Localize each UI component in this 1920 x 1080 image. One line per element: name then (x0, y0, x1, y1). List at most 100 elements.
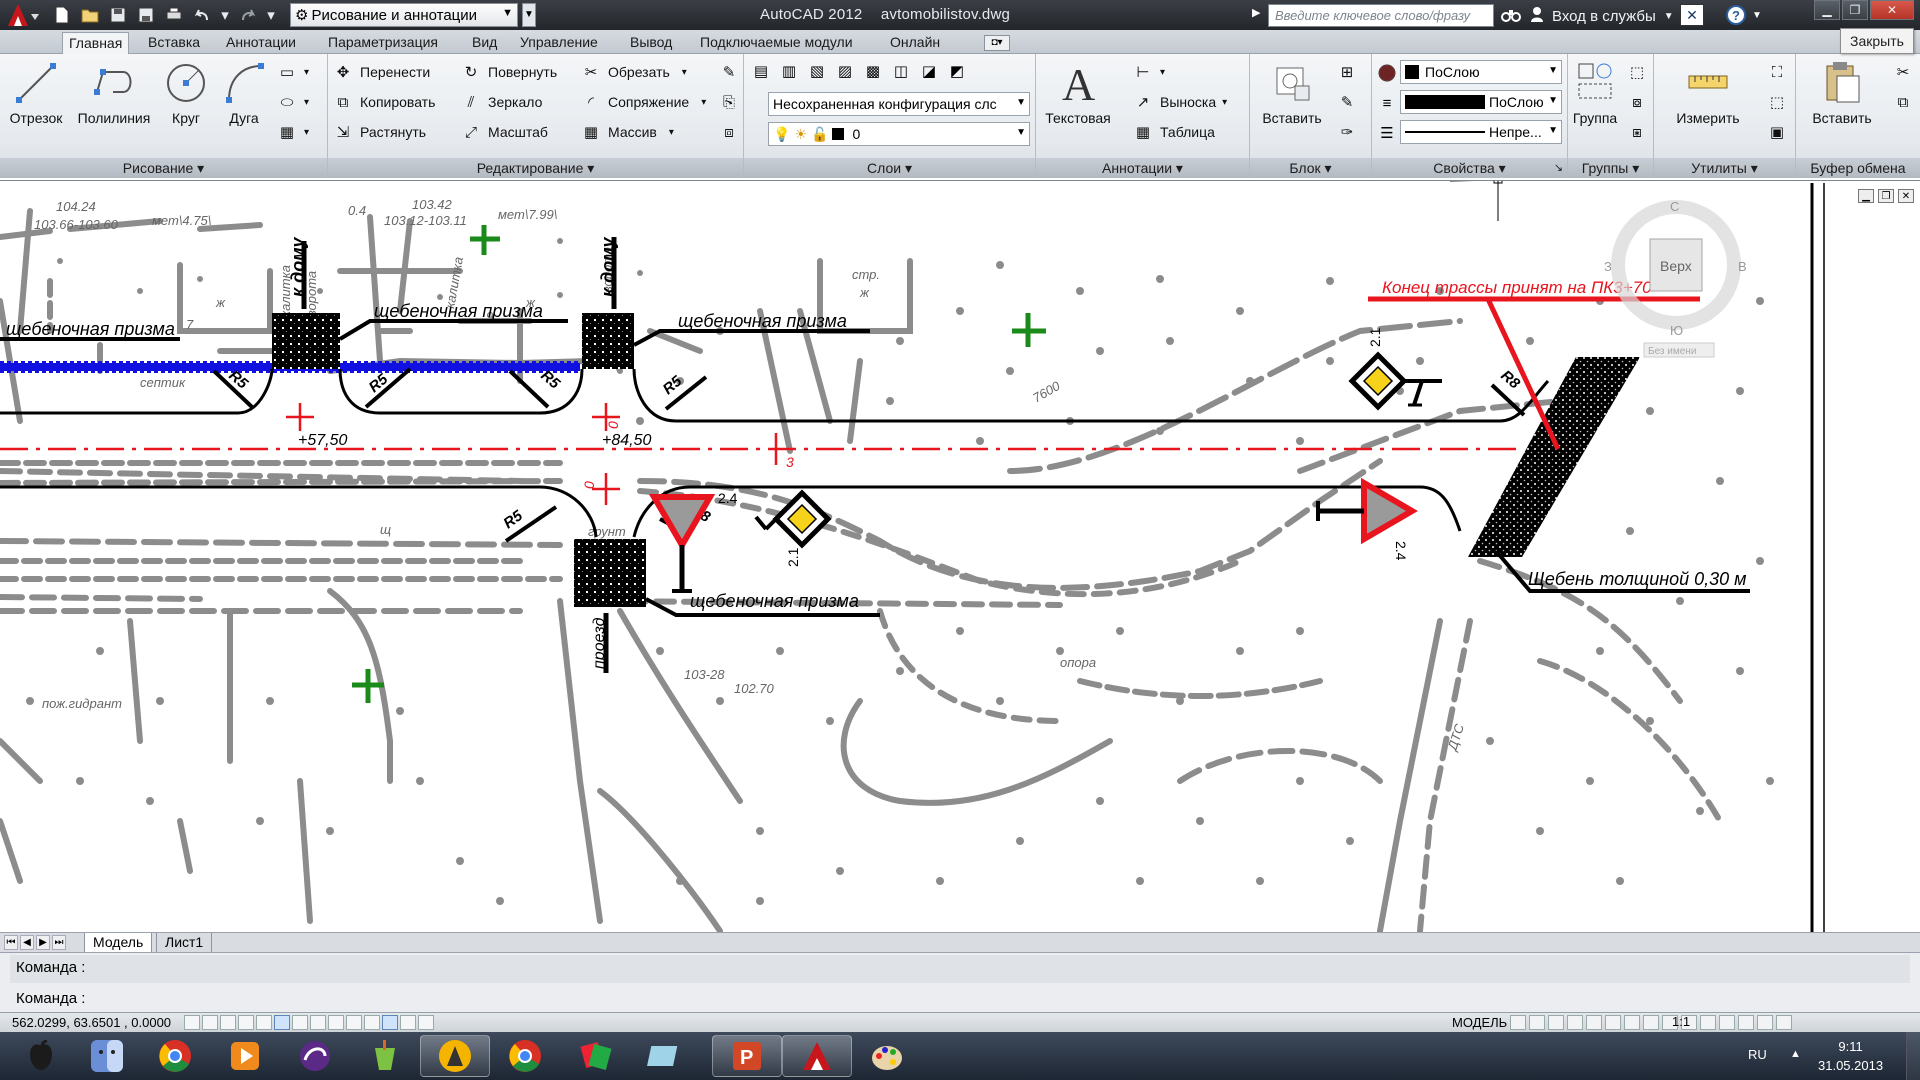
tray-expand-icon[interactable]: ▲ (1790, 1048, 1801, 1060)
osnap-toggle[interactable] (274, 1015, 290, 1030)
selection-cycling-toggle[interactable] (418, 1015, 434, 1030)
zoom-button[interactable] (1567, 1015, 1583, 1030)
quick-view-drawings-button[interactable] (1529, 1015, 1545, 1030)
drawing-canvas[interactable]: ▁ ❐ ✕ 104.24 103.66-103.60 мет\4.75\ 0.4… (0, 180, 1920, 932)
show-desktop-button[interactable] (1906, 1032, 1920, 1080)
start-menu-icon[interactable] (24, 1039, 58, 1077)
explode-button[interactable]: ⎘ (718, 90, 740, 114)
coordinates-readout[interactable]: 562.0299, 63.6501 , 0.0000 (12, 1015, 171, 1030)
offset-button[interactable]: ⧈ (718, 120, 740, 144)
rotate-button[interactable]: ↻ Повернуть (460, 60, 557, 84)
language-indicator[interactable]: RU (1748, 1047, 1767, 1062)
login-services[interactable]: Вход в службы ▼ (1530, 6, 1674, 26)
command-input[interactable]: Команда : (16, 990, 1916, 1007)
taskbar-paint[interactable] (852, 1035, 922, 1077)
prev-tab-arrow-icon[interactable]: ◀ (20, 935, 34, 950)
undo-icon[interactable] (190, 4, 214, 26)
cut-button[interactable]: ✂ (1892, 60, 1914, 84)
create-block-button[interactable]: ⊞ (1336, 60, 1358, 84)
leader-button[interactable]: ↗ Выноска ▾ (1132, 90, 1227, 114)
hatch-button[interactable]: ⬭ ▾ (276, 90, 309, 114)
workspace-switcher[interactable]: ⚙ Рисование и аннотации ▼ (290, 3, 518, 27)
otrack-toggle[interactable] (310, 1015, 326, 1030)
measure-button[interactable]: Измерить (1658, 58, 1758, 126)
ortho-toggle[interactable] (238, 1015, 254, 1030)
last-tab-arrow-icon[interactable]: ⏭ (52, 935, 66, 950)
tab-plugins[interactable]: Подключаемые модули (694, 32, 859, 54)
search-input[interactable]: Введите ключевое слово/фразу (1268, 4, 1494, 27)
text-button[interactable]: A Текстовая (1040, 58, 1116, 126)
annotation-scale[interactable]: 1:1 (1672, 1014, 1690, 1029)
linetype-select[interactable]: Непре... ▼ (1400, 120, 1562, 144)
attribute-button[interactable]: ✑ (1336, 120, 1358, 144)
quick-select-button[interactable]: ⛶ (1766, 60, 1788, 84)
grid-toggle[interactable] (220, 1015, 236, 1030)
showmotion-button[interactable] (1605, 1015, 1621, 1030)
lineweight-toggle[interactable] (364, 1015, 380, 1030)
panel-properties-title[interactable]: Свойства ▾ ↘ (1372, 158, 1567, 178)
copy-button[interactable]: ⧉ Копировать (332, 90, 436, 114)
status-bar-menu-button[interactable] (1757, 1015, 1773, 1030)
tab-home[interactable]: Главная (62, 32, 130, 54)
viewport-minimize-button[interactable]: ▁ (1858, 189, 1874, 203)
steering-wheel-button[interactable] (1586, 1015, 1602, 1030)
layer-off-icon[interactable]: ◩ (946, 60, 968, 82)
hardware-acceleration-button[interactable] (1719, 1015, 1735, 1030)
panel-modify-title[interactable]: Редактирование ▾ (328, 158, 743, 178)
quick-view-layouts-button[interactable] (1510, 1015, 1526, 1030)
taskbar-media-player[interactable] (210, 1035, 280, 1077)
redo-icon[interactable] (236, 4, 260, 26)
panel-draw-title[interactable]: Рисование ▾ (0, 158, 327, 178)
layer-properties-icon[interactable]: ▤ (750, 60, 772, 82)
group-button[interactable]: Группа (1570, 58, 1620, 126)
group-edit-button[interactable]: ⧇ (1626, 90, 1648, 114)
taskbar-app-cards[interactable] (560, 1035, 630, 1077)
edit-block-button[interactable]: ✎ (1336, 90, 1358, 114)
save-as-icon[interactable] (134, 4, 158, 26)
polyline-button[interactable]: Полилиния (72, 58, 156, 126)
help-dropdown-icon[interactable]: ▼ (1752, 10, 1762, 21)
trim-button[interactable]: ✂ Обрезать ▾ (580, 60, 687, 84)
tab-layout1[interactable]: Лист1 (156, 933, 213, 953)
mirror-button[interactable]: ⫽ Зеркало (460, 90, 543, 114)
taskbar-app-glass[interactable] (630, 1035, 700, 1077)
calculator-button[interactable]: ▣ (1766, 120, 1788, 144)
viewport-close-button[interactable]: ✕ (1898, 189, 1914, 203)
layer-select[interactable]: 💡 ☀ 🔓 0 ▼ (768, 122, 1030, 146)
next-tab-arrow-icon[interactable]: ▶ (36, 935, 50, 950)
taskbar-browser2[interactable] (280, 1035, 350, 1077)
paste-button[interactable]: Вставить (1800, 58, 1884, 126)
insert-block-button[interactable]: Вставить (1254, 58, 1330, 126)
panel-groups-title[interactable]: Группы ▾ (1568, 158, 1653, 178)
model-space-label[interactable]: МОДЕЛЬ (1452, 1015, 1507, 1030)
save-icon[interactable] (106, 4, 130, 26)
lineweight-select[interactable]: ПоСлою ▼ (1400, 90, 1562, 114)
scale-button[interactable]: ⤢ Масштаб (460, 120, 548, 144)
undo-dropdown-icon[interactable]: ▾ (218, 4, 232, 26)
taskbar-chrome2[interactable] (490, 1035, 560, 1077)
polar-toggle[interactable] (256, 1015, 272, 1030)
infer-constraints-toggle[interactable] (184, 1015, 200, 1030)
tab-online[interactable]: Онлайн (884, 32, 946, 54)
color-wheel-icon[interactable] (1376, 62, 1398, 84)
3d-osnap-toggle[interactable] (292, 1015, 308, 1030)
rectangle-button[interactable]: ▭ ▾ (276, 60, 309, 84)
circle-button[interactable]: Круг (158, 58, 214, 126)
quick-properties-toggle[interactable] (400, 1015, 416, 1030)
pan-button[interactable] (1548, 1015, 1564, 1030)
clean-screen-button[interactable] (1776, 1015, 1792, 1030)
taskbar-finder[interactable] (72, 1035, 142, 1077)
taskbar-app-cup[interactable] (350, 1035, 420, 1077)
group-select-button[interactable]: ⧆ (1626, 120, 1648, 144)
layer-previous-icon[interactable]: ▨ (834, 60, 856, 82)
select-all-button[interactable]: ⬚ (1766, 90, 1788, 114)
taskbar-powerpoint[interactable]: P (712, 1035, 782, 1077)
application-menu-button[interactable] (2, 1, 46, 29)
layer-state-select[interactable]: Несохраненная конфигурация слс ▼ (768, 92, 1030, 116)
dyn-toggle[interactable] (346, 1015, 362, 1030)
taskbar-autocad[interactable] (782, 1035, 852, 1077)
panel-annotation-title[interactable]: Аннотации ▾ (1036, 158, 1249, 178)
layer-state-icon[interactable]: ▥ (778, 60, 800, 82)
move-button[interactable]: ✥ Перенести (332, 60, 430, 84)
ungroup-button[interactable]: ⬚ (1626, 60, 1648, 84)
